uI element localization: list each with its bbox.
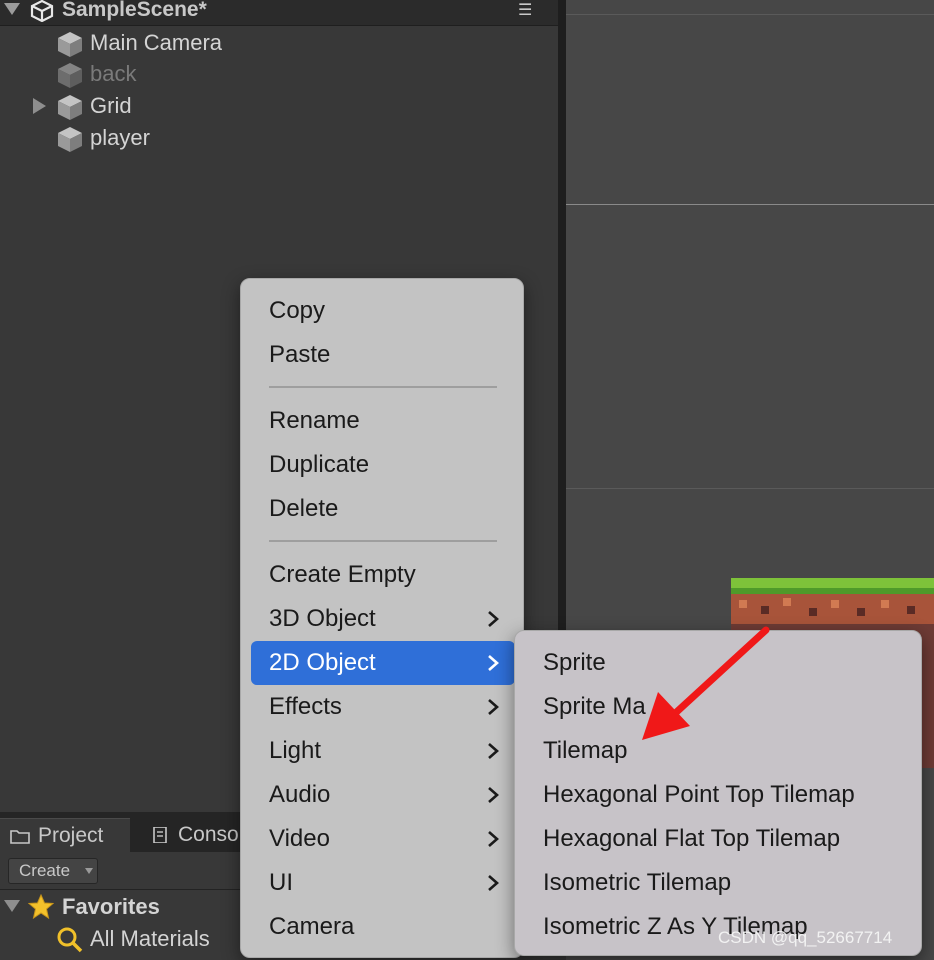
create-label: Create xyxy=(19,861,71,880)
collapse-arrow-icon[interactable] xyxy=(4,900,20,912)
chevron-right-icon xyxy=(488,831,499,847)
menu-item-label: Hexagonal Flat Top Tilemap xyxy=(543,825,841,852)
grid-line xyxy=(566,204,934,205)
menu-item-camera[interactable]: Camera xyxy=(251,905,515,949)
cube-icon xyxy=(58,63,82,88)
chevron-right-icon xyxy=(488,787,499,803)
collapse-arrow-icon[interactable] xyxy=(4,3,20,15)
star-icon xyxy=(28,894,54,920)
menu-separator xyxy=(269,386,497,388)
grid-line xyxy=(566,488,934,489)
menu-item-label: Hexagonal Point Top Tilemap xyxy=(543,781,855,808)
menu-item-label: Sprite xyxy=(543,649,606,676)
menu-item-effects[interactable]: Effects xyxy=(251,685,515,729)
menu-item-label: Camera xyxy=(269,913,355,940)
scene-header[interactable]: SampleScene* ☰ xyxy=(0,0,558,26)
chevron-right-icon xyxy=(488,875,499,891)
scene-title: SampleScene* xyxy=(62,0,207,21)
chevron-right-icon xyxy=(488,611,499,627)
menu-item-delete[interactable]: Delete xyxy=(251,487,515,531)
menu-item-light[interactable]: Light xyxy=(251,729,515,773)
menu-item-3d-object[interactable]: 3D Object xyxy=(251,597,515,641)
tab-label: Conso xyxy=(178,823,239,846)
hierarchy-item-grid[interactable]: Grid xyxy=(0,91,558,121)
menu-item-label: Video xyxy=(269,825,330,852)
cube-icon xyxy=(58,32,82,57)
menu-item-rename[interactable]: Rename xyxy=(251,399,515,443)
annotation-arrow-icon xyxy=(642,626,770,740)
menu-item-paste[interactable]: Paste xyxy=(251,333,515,377)
hierarchy-item-back[interactable]: back xyxy=(0,59,558,89)
hierarchy-item-player[interactable]: player xyxy=(0,123,558,153)
submenu-item-isometric-tilemap[interactable]: Isometric Tilemap xyxy=(525,861,913,905)
expand-arrow-icon[interactable] xyxy=(33,98,46,114)
context-menu: Copy Paste Rename Duplicate Delete Creat… xyxy=(240,278,524,958)
tab-project[interactable]: Project xyxy=(0,818,130,852)
hierarchy-item-label: player xyxy=(90,125,150,150)
chevron-right-icon xyxy=(488,655,499,671)
chevron-right-icon xyxy=(488,743,499,759)
menu-item-label: Paste xyxy=(269,341,331,368)
menu-item-label: 3D Object xyxy=(269,605,376,632)
all-materials-label: All Materials xyxy=(90,926,210,951)
submenu-item-hex-point-top-tilemap[interactable]: Hexagonal Point Top Tilemap xyxy=(525,773,913,817)
menu-item-ui[interactable]: UI xyxy=(251,861,515,905)
menu-item-video[interactable]: Video xyxy=(251,817,515,861)
menu-item-duplicate[interactable]: Duplicate xyxy=(251,443,515,487)
dropdown-caret-icon xyxy=(85,868,93,874)
submenu-item-hex-flat-top-tilemap[interactable]: Hexagonal Flat Top Tilemap xyxy=(525,817,913,861)
menu-item-label: Light xyxy=(269,737,322,764)
tab-label: Project xyxy=(38,824,104,847)
unity-editor-window: SampleScene* ☰ Main Camera back Grid pla… xyxy=(0,0,934,960)
menu-item-label: Effects xyxy=(269,693,342,720)
hierarchy-item-label: Grid xyxy=(90,93,132,118)
cube-icon xyxy=(58,127,82,152)
menu-item-label: Copy xyxy=(269,297,326,324)
grid-line xyxy=(566,14,934,15)
folder-icon xyxy=(10,830,30,844)
menu-item-label: Delete xyxy=(269,495,339,522)
menu-item-label: Rename xyxy=(269,407,360,434)
menu-item-label: Duplicate xyxy=(269,451,370,478)
favorites-label: Favorites xyxy=(62,894,160,919)
menu-item-audio[interactable]: Audio xyxy=(251,773,515,817)
menu-item-label: UI xyxy=(269,869,293,896)
hierarchy-item-label: back xyxy=(90,61,137,86)
hierarchy-item-main-camera[interactable]: Main Camera xyxy=(0,28,558,58)
menu-item-label: Isometric Tilemap xyxy=(543,869,732,896)
hierarchy-item-label: Main Camera xyxy=(90,30,223,55)
scene-menu-icon[interactable]: ☰ xyxy=(518,0,532,20)
unity-logo-icon xyxy=(30,0,54,22)
menu-separator xyxy=(269,540,497,542)
menu-item-create-empty[interactable]: Create Empty xyxy=(251,553,515,597)
menu-item-label: Audio xyxy=(269,781,331,808)
watermark-text: CSDN @qq_52667714 xyxy=(718,928,893,947)
search-icon xyxy=(57,927,83,953)
menu-item-label: 2D Object xyxy=(269,649,376,676)
create-dropdown-button[interactable]: Create xyxy=(8,858,98,884)
menu-item-label: Sprite Ma xyxy=(543,693,646,720)
menu-item-2d-object[interactable]: 2D Object xyxy=(251,641,515,685)
cube-icon xyxy=(58,95,82,120)
menu-item-copy[interactable]: Copy xyxy=(251,289,515,333)
menu-item-label: Create Empty xyxy=(269,561,416,588)
console-icon xyxy=(153,827,167,843)
chevron-right-icon xyxy=(488,699,499,715)
menu-item-label: Tilemap xyxy=(543,737,628,764)
